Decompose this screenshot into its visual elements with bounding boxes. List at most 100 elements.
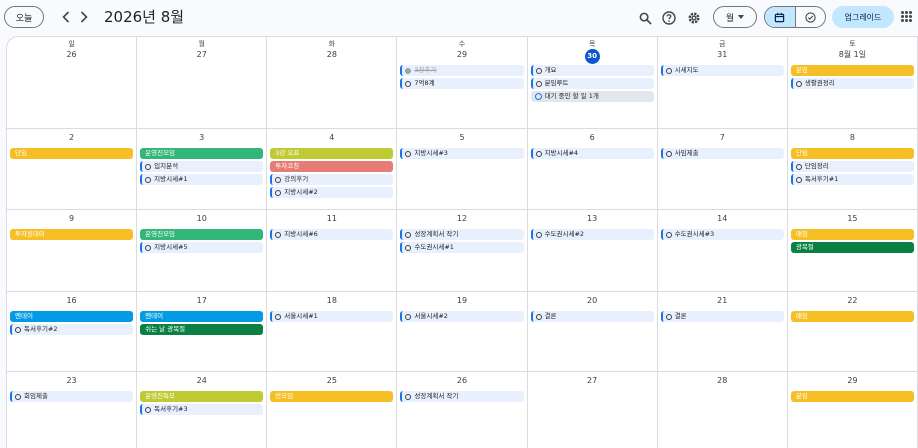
task-chip[interactable]: 지방시세#1 xyxy=(140,174,264,185)
tasks-view-button[interactable] xyxy=(796,7,826,27)
task-circle-icon[interactable] xyxy=(665,150,672,157)
task-done-icon[interactable] xyxy=(405,67,412,74)
day-cell[interactable]: 6 지방시세#4 xyxy=(527,129,658,210)
date-number[interactable]: 26 xyxy=(7,49,136,63)
day-cell[interactable]: 29 분임 xyxy=(788,372,918,448)
chevron-right-icon[interactable] xyxy=(76,8,92,26)
date-number[interactable]: 16 xyxy=(7,295,136,309)
task-chip[interactable]: 회임제출 xyxy=(10,391,134,402)
date-number[interactable]: 6 xyxy=(528,132,657,146)
event-chip[interactable]: 운영진특모 xyxy=(140,391,264,402)
task-chip[interactable]: 성장계획서 작기 xyxy=(400,391,524,402)
day-cell[interactable]: 8 단임단임정리독서후기#1 xyxy=(787,129,918,210)
task-circle-icon[interactable] xyxy=(145,163,152,170)
day-cell[interactable]: 7 사임제출 xyxy=(657,129,788,210)
date-number[interactable]: 3 xyxy=(137,132,266,146)
date-number[interactable]: 17 xyxy=(137,295,266,309)
task-circle-icon[interactable] xyxy=(665,67,672,74)
event-chip[interactable]: 단임 xyxy=(790,148,914,159)
event-chip[interactable]: 투자원데이 xyxy=(10,229,134,240)
event-chip[interactable]: 운영진모임 xyxy=(140,229,264,240)
day-cell[interactable]: 일 26 xyxy=(7,37,138,129)
today-button[interactable]: 오늘 xyxy=(4,6,44,28)
view-selector[interactable]: 월 xyxy=(713,6,757,28)
task-chip[interactable]: 결론 xyxy=(660,311,784,322)
task-circle-icon[interactable] xyxy=(535,150,542,157)
event-chip[interactable]: 멘데이 xyxy=(10,311,134,322)
task-chip[interactable]: 독서후기#1 xyxy=(790,174,914,185)
event-chip[interactable]: 단임 xyxy=(10,148,134,159)
date-number[interactable]: 9 xyxy=(7,213,136,227)
task-circle-icon[interactable] xyxy=(795,163,802,170)
task-chip[interactable]: 수도권시세#2 xyxy=(530,229,654,240)
day-cell[interactable]: 18 서울시세#1 xyxy=(267,292,398,372)
task-circle-icon[interactable] xyxy=(795,176,802,183)
day-cell[interactable]: 4 3강 오프 투자코칭 강의후기 지방시세#2 xyxy=(267,129,398,210)
day-cell[interactable]: 3 운영진모임 입지분석 지방시세#1 xyxy=(137,129,268,210)
task-circle-icon[interactable] xyxy=(405,393,412,400)
date-number[interactable]: 19 xyxy=(397,295,526,309)
event-chip[interactable]: 3강 오프 xyxy=(270,148,394,159)
task-circle-icon[interactable] xyxy=(535,231,542,238)
day-cell[interactable]: 5 지방시세#3 xyxy=(397,129,528,210)
task-circle-icon[interactable] xyxy=(15,393,21,400)
date-number[interactable]: 13 xyxy=(528,213,657,227)
day-cell[interactable]: 11 지방시세#6 xyxy=(267,210,398,292)
day-cell[interactable]: 13 수도권시세#2 xyxy=(527,210,658,292)
date-number[interactable]: 15 xyxy=(788,213,917,227)
date-number[interactable]: 28 xyxy=(267,49,396,63)
event-chip[interactable]: 분임 xyxy=(790,65,914,76)
date-number[interactable]: 26 xyxy=(397,375,526,389)
task-chip[interactable]: 3장추가 xyxy=(400,65,524,76)
task-circle-icon[interactable] xyxy=(275,231,282,238)
date-number[interactable]: 5 xyxy=(397,132,526,146)
task-chip[interactable]: 지방시세#4 xyxy=(530,148,654,159)
day-cell[interactable]: 금 31 시세지도 xyxy=(657,37,788,129)
date-number[interactable]: 28 xyxy=(658,375,787,389)
task-chip[interactable]: 지방시세#2 xyxy=(270,187,394,198)
date-number[interactable]: 24 xyxy=(137,375,266,389)
task-chip[interactable]: 강의후기 xyxy=(270,174,394,185)
day-cell[interactable]: 9 투자원데이 xyxy=(7,210,138,292)
day-cell[interactable]: 19 서울시세#2 xyxy=(397,292,528,372)
upgrade-button[interactable]: 업그레이드 xyxy=(832,6,894,28)
task-chip[interactable]: 분임루트 xyxy=(530,78,654,89)
task-circle-icon[interactable] xyxy=(145,406,152,413)
day-cell[interactable]: 토 8월 1일 분임 생활권정리 xyxy=(787,37,918,129)
date-number[interactable]: 8월 1일 xyxy=(788,49,917,63)
date-number[interactable]: 20 xyxy=(528,295,657,309)
chevron-left-icon[interactable] xyxy=(58,8,74,26)
date-number[interactable]: 7 xyxy=(658,132,787,146)
pending-tasks-chip[interactable]: 대기 중인 할 일 1개 xyxy=(530,91,654,102)
task-chip[interactable]: 서울시세#2 xyxy=(400,311,524,322)
date-number[interactable]: 27 xyxy=(137,49,266,63)
date-number[interactable]: 29 xyxy=(788,375,917,389)
date-number[interactable]: 22 xyxy=(788,295,917,309)
event-chip[interactable]: 분임 xyxy=(790,391,914,402)
task-circle-icon[interactable] xyxy=(405,231,412,238)
date-number[interactable]: 31 xyxy=(658,49,787,63)
date-number[interactable]: 8 xyxy=(788,132,917,146)
task-circle-icon[interactable] xyxy=(275,176,282,183)
task-chip[interactable]: 서울시세#1 xyxy=(270,311,394,322)
day-cell[interactable]: 27 xyxy=(528,372,658,448)
task-chip[interactable]: 결론 xyxy=(530,311,654,322)
date-number[interactable]: 4 xyxy=(267,132,396,146)
task-circle-icon[interactable] xyxy=(275,189,282,196)
help-icon[interactable] xyxy=(659,8,679,28)
date-number[interactable]: 18 xyxy=(267,295,396,309)
day-cell[interactable]: 16 멘데이 독서후기#2 xyxy=(7,292,138,372)
today-date-number[interactable]: 30 xyxy=(584,49,600,64)
day-cell[interactable]: 21 결론 xyxy=(657,292,788,372)
day-cell[interactable]: 22 매임 xyxy=(787,292,918,372)
task-circle-icon[interactable] xyxy=(535,80,542,87)
task-circle-icon[interactable] xyxy=(535,67,542,74)
task-chip[interactable]: 단임정리 xyxy=(790,161,914,172)
task-circle-icon[interactable] xyxy=(795,80,802,87)
task-chip[interactable]: 독서후기#3 xyxy=(140,404,264,415)
day-cell[interactable]: 화 28 xyxy=(267,37,398,129)
day-cell[interactable]: 23 회임제출 xyxy=(7,372,138,448)
task-circle-icon[interactable] xyxy=(405,244,412,251)
event-chip[interactable]: 매임 xyxy=(790,311,914,322)
task-chip[interactable]: 개요 xyxy=(530,65,654,76)
